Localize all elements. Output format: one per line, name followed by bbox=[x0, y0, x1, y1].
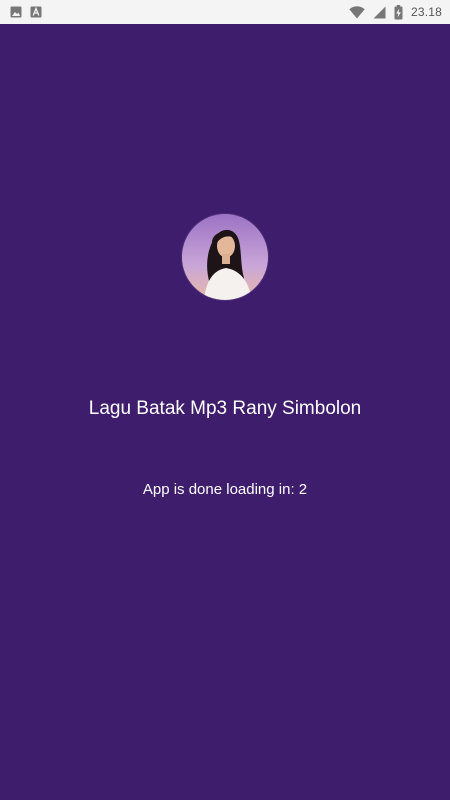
status-left-icons bbox=[10, 6, 42, 18]
status-right-icons: 23.18 bbox=[349, 4, 442, 20]
status-time: 23.18 bbox=[410, 5, 442, 19]
singer-portrait-image bbox=[182, 214, 268, 300]
image-icon bbox=[10, 6, 22, 18]
status-bar: 23.18 bbox=[0, 0, 450, 24]
wifi-icon bbox=[349, 5, 365, 19]
battery-charging-icon bbox=[394, 4, 403, 20]
cell-signal-icon bbox=[373, 6, 386, 19]
splash-screen: 23.18 Lagu Batak Mp3 Rany Simbolon App i… bbox=[0, 0, 450, 800]
font-a-icon bbox=[30, 6, 42, 18]
loading-countdown-label: App is done loading in: 2 bbox=[142, 481, 308, 498]
app-title: Lagu Batak Mp3 Rany Simbolon bbox=[88, 398, 362, 419]
splash-content: Lagu Batak Mp3 Rany Simbolon App is done… bbox=[0, 24, 450, 800]
